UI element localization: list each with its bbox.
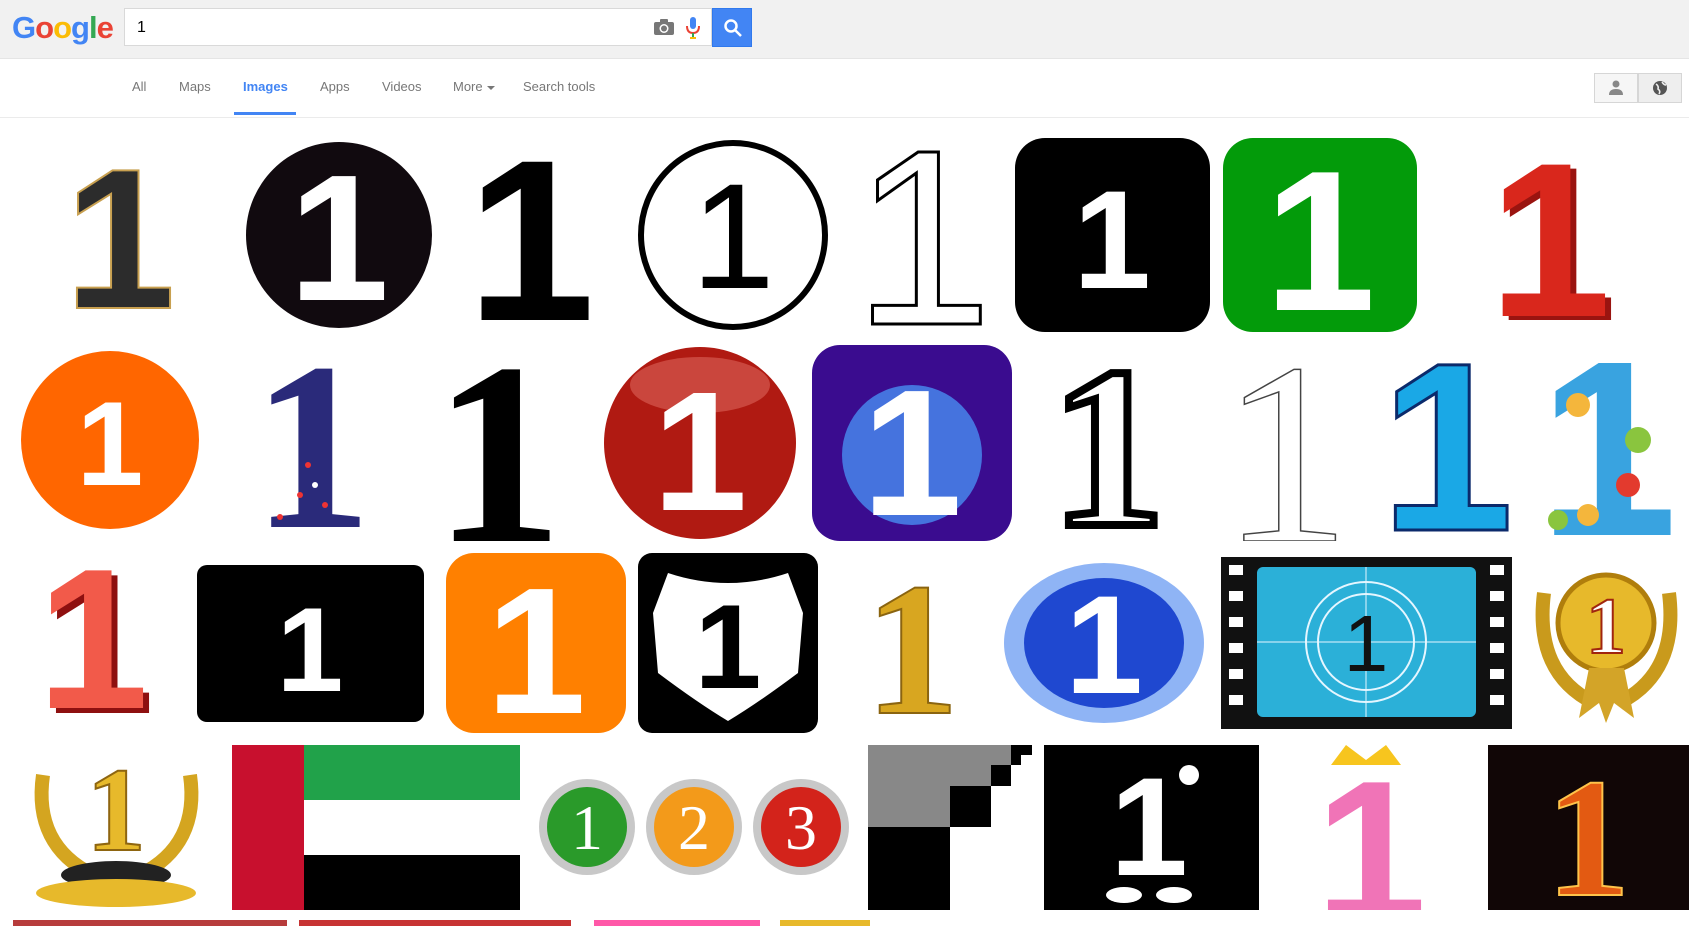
- person-icon: [1609, 80, 1623, 95]
- svg-text:1: 1: [433, 345, 563, 541]
- svg-text:1: 1: [695, 580, 762, 714]
- logo-letter: o: [35, 10, 54, 45]
- tab-maps[interactable]: Maps: [179, 79, 211, 94]
- logo-letter: e: [96, 10, 114, 45]
- svg-text:1: 1: [37, 553, 148, 733]
- svg-text:1: 1: [853, 138, 992, 332]
- tab-apps[interactable]: Apps: [320, 79, 350, 94]
- image-result[interactable]: [868, 745, 1032, 910]
- image-result[interactable]: 1: [1223, 138, 1417, 332]
- image-result[interactable]: 1 2 3: [532, 745, 856, 910]
- nav-bar: All Maps Images Apps Videos More Search …: [0, 59, 1689, 118]
- tab-search-tools[interactable]: Search tools: [523, 79, 595, 94]
- tab-more-label: More: [453, 79, 483, 94]
- microphone-icon[interactable]: [685, 16, 701, 40]
- image-result-partial[interactable]: [594, 920, 760, 926]
- svg-text:1: 1: [1051, 345, 1166, 541]
- camera-icon[interactable]: [653, 18, 675, 36]
- svg-text:1: 1: [1546, 745, 1631, 910]
- tab-all[interactable]: All: [132, 79, 146, 94]
- personal-results-toggle[interactable]: [1594, 73, 1638, 103]
- global-results-toggle[interactable]: [1638, 73, 1682, 103]
- image-result[interactable]: 1: [13, 745, 220, 910]
- image-result-partial[interactable]: [780, 920, 870, 926]
- svg-text:1: 1: [1221, 345, 1351, 541]
- svg-text:1: 1: [77, 377, 144, 511]
- tab-videos[interactable]: Videos: [382, 79, 422, 94]
- image-result[interactable]: 1: [1204, 345, 1367, 541]
- image-result[interactable]: 1: [638, 553, 818, 733]
- svg-text:1: 1: [86, 745, 146, 876]
- image-result[interactable]: 1: [13, 138, 227, 332]
- image-result[interactable]: 11: [13, 553, 175, 733]
- logo-letter: l: [88, 10, 98, 45]
- image-result[interactable]: 1: [1524, 553, 1689, 733]
- google-logo[interactable]: Google: [12, 10, 114, 46]
- svg-text:1: 1: [1315, 745, 1426, 910]
- ball-label-two: 2: [678, 792, 710, 863]
- image-result[interactable]: 1: [830, 553, 987, 733]
- svg-text:1: 1: [1489, 138, 1611, 332]
- image-result[interactable]: 1: [600, 345, 800, 541]
- image-result[interactable]: 1: [999, 553, 1209, 733]
- svg-text:1: 1: [691, 152, 774, 320]
- active-tab-indicator: [234, 112, 296, 115]
- ball-label-three: 3: [785, 792, 817, 863]
- image-result-partial[interactable]: [13, 920, 287, 926]
- image-result[interactable]: 11: [1430, 138, 1689, 332]
- svg-text:1: 1: [653, 357, 748, 541]
- svg-text:1: 1: [277, 583, 344, 717]
- logo-letter: G: [12, 10, 36, 45]
- tab-images[interactable]: Images: [243, 79, 288, 94]
- svg-text:1: 1: [1380, 345, 1513, 541]
- svg-text:1: 1: [1073, 161, 1151, 318]
- svg-text:1: 1: [1586, 583, 1626, 671]
- globe-icon: [1653, 81, 1667, 95]
- logo-letter: o: [53, 10, 72, 45]
- svg-text:1: 1: [1065, 566, 1143, 723]
- search-icon: [724, 19, 742, 37]
- image-result[interactable]: [232, 745, 520, 910]
- ball-label-one: 1: [571, 792, 603, 863]
- image-result[interactable]: 1: [1271, 745, 1476, 910]
- image-result[interactable]: 1: [240, 138, 438, 332]
- image-result[interactable]: 1: [220, 345, 398, 541]
- svg-text:1: 1: [1264, 138, 1375, 332]
- image-result[interactable]: 1: [1044, 745, 1259, 910]
- image-result[interactable]: 1: [1221, 553, 1512, 733]
- search-button[interactable]: [712, 8, 752, 47]
- image-result[interactable]: 1: [13, 345, 208, 541]
- image-result[interactable]: 1: [1528, 345, 1689, 541]
- top-bar: Google: [0, 0, 1689, 59]
- image-result[interactable]: 1: [1488, 745, 1689, 910]
- image-results-grid: 1 1 1 1 1 1 1 11 1 1 1 1 1 1 1 1 1 1 1 1…: [0, 118, 1689, 926]
- svg-text:1: 1: [865, 553, 960, 733]
- svg-text:1: 1: [1344, 599, 1389, 688]
- image-result[interactable]: 1: [1015, 138, 1210, 332]
- svg-text:1: 1: [252, 345, 372, 541]
- image-result[interactable]: 1: [410, 345, 588, 541]
- image-result[interactable]: 1: [187, 553, 434, 733]
- svg-text:1: 1: [467, 138, 595, 332]
- search-box[interactable]: [124, 8, 712, 46]
- image-result[interactable]: 1: [446, 553, 626, 733]
- image-result[interactable]: 1: [1024, 345, 1192, 541]
- logo-letter: g: [71, 10, 90, 45]
- svg-text:1: 1: [289, 138, 389, 332]
- image-result[interactable]: 1: [636, 138, 830, 332]
- tab-more[interactable]: More: [453, 79, 495, 94]
- search-input[interactable]: [135, 17, 639, 39]
- image-result[interactable]: 1: [843, 138, 1003, 332]
- image-result-partial[interactable]: [299, 920, 571, 926]
- image-result[interactable]: 1: [812, 345, 1012, 541]
- image-result[interactable]: 1: [1378, 345, 1516, 541]
- svg-text:1: 1: [862, 353, 962, 541]
- svg-text:1: 1: [64, 138, 175, 332]
- chevron-down-icon: [486, 85, 495, 90]
- image-result[interactable]: 1: [451, 138, 623, 332]
- svg-text:1: 1: [1110, 748, 1188, 905]
- svg-text:1: 1: [486, 553, 586, 733]
